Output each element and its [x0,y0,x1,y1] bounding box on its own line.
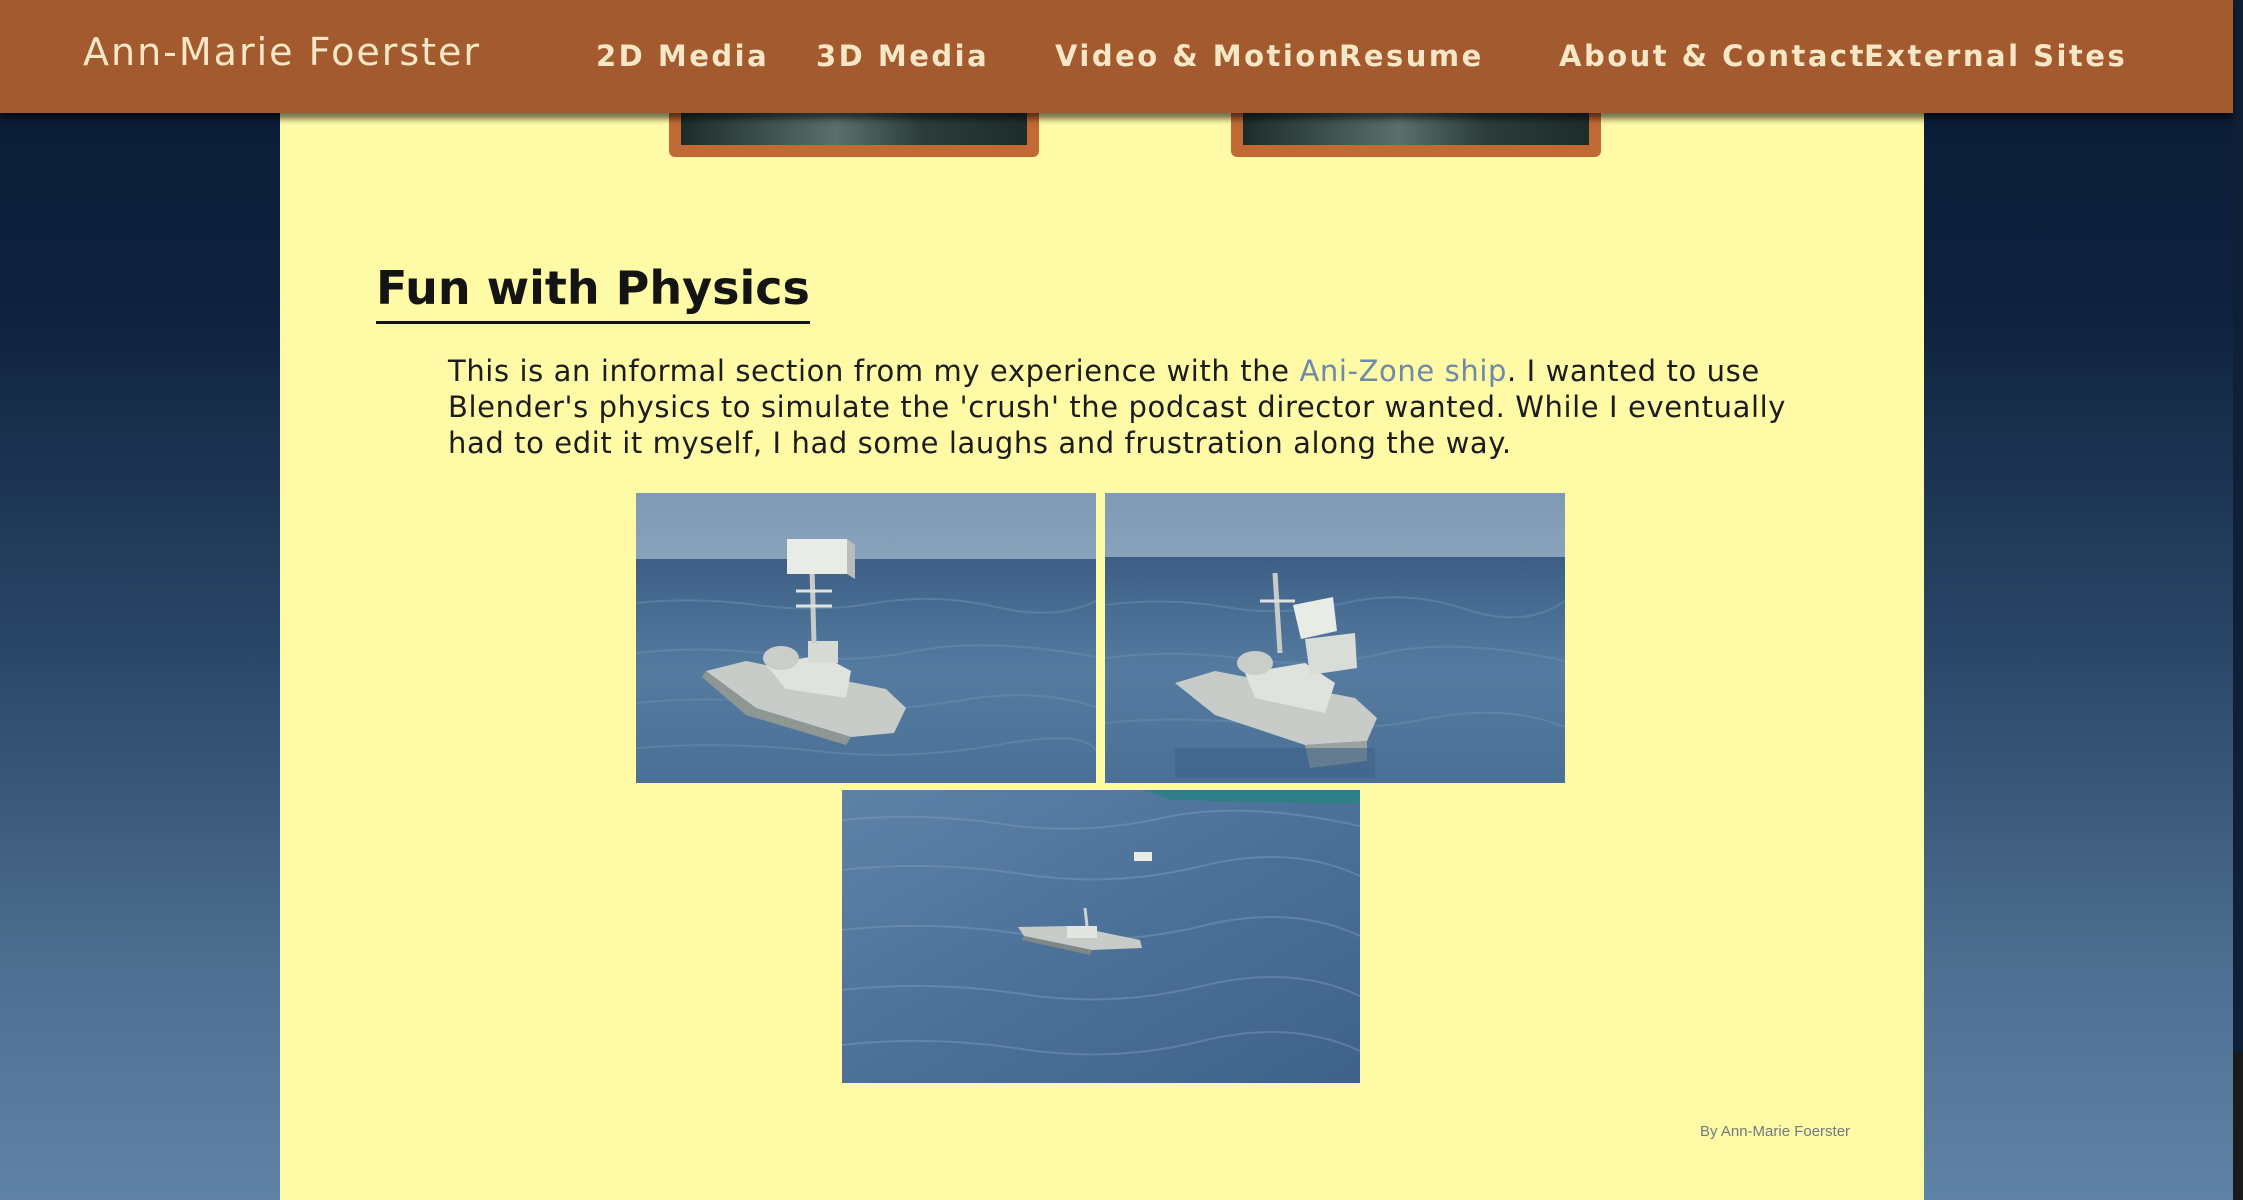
nav-3d-media[interactable]: 3D Media [816,39,989,73]
nav-video-motion[interactable]: Video & Motion [1055,39,1341,73]
previous-video-thumbnail-left[interactable] [669,113,1039,157]
ship-physics-image-3[interactable] [842,790,1360,1083]
nav-2d-media[interactable]: 2D Media [596,39,769,73]
scrollbar-track[interactable] [2233,0,2243,1200]
site-brand[interactable]: Ann-Marie Foerster [83,30,481,74]
scrollbar-thumb[interactable] [2233,1052,2243,1200]
description-text-start: This is an informal section from my expe… [448,354,1300,388]
nav-external-sites[interactable]: External Sites [1864,39,2127,73]
section-title: Fun with Physics [376,261,810,324]
previous-video-thumbnail-right[interactable] [1231,113,1601,157]
site-header: Ann-Marie Foerster 2D Media 3D Media Vid… [0,0,2233,113]
content-panel: Fun with Physics This is an informal sec… [280,113,1924,1200]
nav-resume[interactable]: Resume [1339,39,1484,73]
nav-about-contact[interactable]: About & Contact [1559,39,1866,73]
footer-credit: By Ann-Marie Foerster [1700,1123,1851,1140]
section-description: This is an informal section from my expe… [448,353,1788,461]
ship-physics-image-1[interactable] [636,493,1096,783]
ani-zone-ship-link[interactable]: Ani-Zone ship [1299,354,1507,388]
ship-physics-image-2[interactable] [1105,493,1565,783]
